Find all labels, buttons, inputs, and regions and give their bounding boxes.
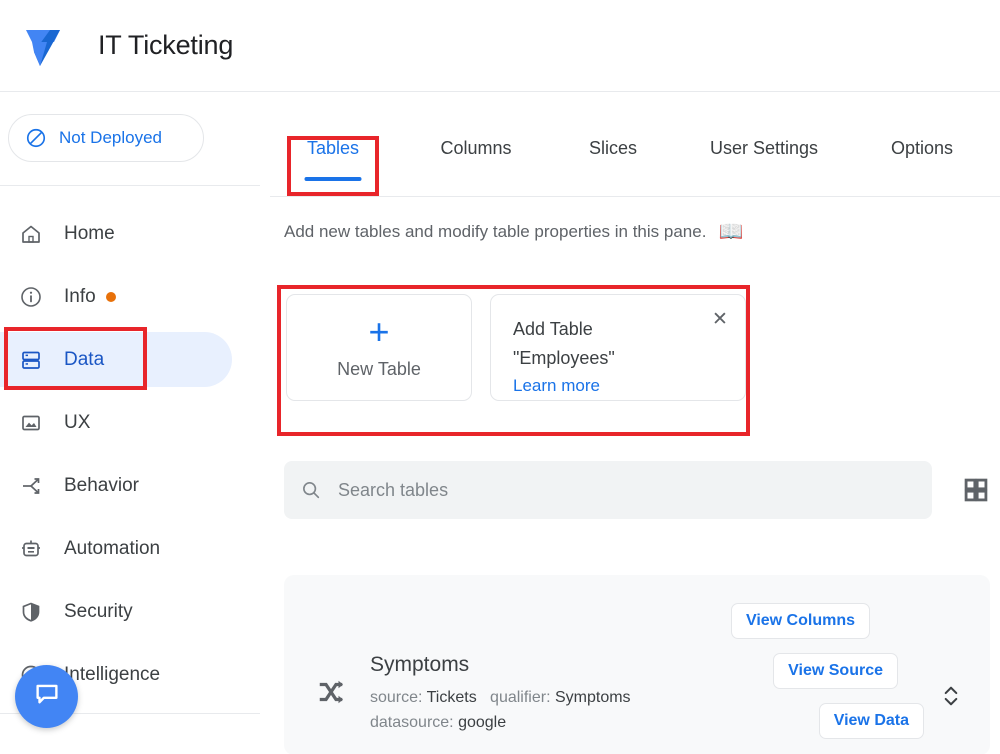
tab-label: Slices xyxy=(588,138,637,158)
sidebar-item-security[interactable]: Security xyxy=(0,580,262,643)
view-columns-button[interactable]: View Columns xyxy=(730,603,870,639)
chat-bubble-icon xyxy=(32,679,62,714)
table-meta: source: Tickets qualifier: Symptoms data… xyxy=(370,685,690,735)
sidebar-item-automation[interactable]: Automation xyxy=(0,517,262,580)
sidebar-item-data[interactable]: Data xyxy=(0,328,262,391)
sidebar-item-label: Behavior xyxy=(64,474,139,496)
tab-slices[interactable]: Slices xyxy=(573,128,653,181)
sidebar-item-ux[interactable]: UX xyxy=(0,391,262,454)
tab-user-settings[interactable]: User Settings xyxy=(689,128,839,181)
sidebar-item-label: Security xyxy=(64,600,133,622)
sidebar-scrollbar-track[interactable] xyxy=(260,93,529,754)
appsheet-logo-icon xyxy=(20,22,66,70)
tab-label: Tables xyxy=(306,138,360,158)
page-title: IT Ticketing xyxy=(98,30,234,60)
sidebar-item-label: UX xyxy=(64,411,91,433)
table-row[interactable]: Symptoms source: Tickets qualifier: Symp… xyxy=(284,575,990,754)
robot-icon xyxy=(18,536,44,562)
data-server-icon xyxy=(18,347,44,373)
tab-label: Options xyxy=(890,138,954,158)
sidebar-item-label: Home xyxy=(64,222,115,244)
add-table-suggestion-title: Add Table "Employees" xyxy=(513,319,615,368)
sidebar-item-behavior[interactable]: Behavior xyxy=(0,454,262,517)
qualifier-value: Symptoms xyxy=(554,689,631,706)
tab-label: User Settings xyxy=(709,138,819,158)
pane-description-text: Add new tables and modify table properti… xyxy=(284,222,707,241)
tables-list: Symptoms source: Tickets qualifier: Symp… xyxy=(284,575,990,754)
source-label: source: xyxy=(370,689,423,706)
new-table-label: New Table xyxy=(337,359,421,379)
view-data-button[interactable]: View Data xyxy=(818,703,924,739)
add-table-suggestion-card[interactable]: Add Table "Employees" Learn more ✕ xyxy=(490,294,746,401)
search-row xyxy=(284,460,990,520)
view-source-button[interactable]: View Source xyxy=(773,653,898,689)
not-deployed-slash-circle-icon xyxy=(25,127,47,149)
table-actions-row: + New Table Add Table "Employees" Learn … xyxy=(286,294,746,401)
search-icon xyxy=(300,479,322,501)
sidebar-nav-list: Home Info Data UX Behavior Automation Se… xyxy=(0,202,262,706)
deploy-status-label: Not Deployed xyxy=(59,128,163,147)
shuffle-slice-icon xyxy=(316,677,346,707)
tab-options[interactable]: Options xyxy=(867,128,977,181)
book-icon[interactable]: 📖 xyxy=(718,222,743,242)
search-tables-box[interactable] xyxy=(284,461,932,519)
sidebar-item-label: Intelligence xyxy=(64,663,161,685)
grid-view-icon[interactable] xyxy=(962,476,990,504)
sidebar-item-info[interactable]: Info xyxy=(0,265,262,328)
plus-icon: + xyxy=(368,311,390,352)
expand-collapse-chevrons-icon[interactable] xyxy=(940,683,962,709)
shield-icon xyxy=(18,599,44,625)
sidebar: Not Deployed Home Info Data UX Behavior … xyxy=(0,92,262,754)
datasource-value: google xyxy=(458,714,507,731)
tab-tables[interactable]: Tables xyxy=(287,128,379,181)
source-value: Tickets xyxy=(426,689,477,706)
tab-bar: Tables Columns Slices User Settings Opti… xyxy=(270,128,1000,197)
sidebar-item-label: Info xyxy=(64,285,96,307)
tab-columns[interactable]: Columns xyxy=(421,128,531,181)
chat-support-button[interactable] xyxy=(15,665,78,728)
info-notification-dot xyxy=(105,291,116,302)
sidebar-divider xyxy=(0,185,262,186)
qualifier-label: qualifier: xyxy=(490,689,551,706)
datasource-label: datasource: xyxy=(370,714,454,731)
active-tab-underline xyxy=(304,177,362,181)
learn-more-link[interactable]: Learn more xyxy=(513,373,600,399)
table-name: Symptoms xyxy=(370,653,470,676)
info-circle-icon xyxy=(18,284,44,310)
sidebar-item-label: Automation xyxy=(64,537,161,559)
table-card-buttons: View Columns View Source View Data xyxy=(724,603,924,739)
pane-description: Add new tables and modify table properti… xyxy=(284,222,743,242)
new-table-button[interactable]: + New Table xyxy=(286,294,472,401)
search-input[interactable] xyxy=(336,478,900,502)
main-content-panel: Tables Columns Slices User Settings Opti… xyxy=(270,92,1000,754)
home-icon xyxy=(18,221,44,247)
behavior-branch-icon xyxy=(18,473,44,499)
app-header: IT Ticketing xyxy=(0,0,1000,92)
image-picture-icon xyxy=(18,410,44,436)
deploy-status-button[interactable]: Not Deployed xyxy=(8,114,204,162)
sidebar-item-home[interactable]: Home xyxy=(0,202,262,265)
close-icon[interactable]: ✕ xyxy=(709,309,731,331)
tab-label: Columns xyxy=(440,138,512,158)
sidebar-item-label: Data xyxy=(64,348,105,370)
